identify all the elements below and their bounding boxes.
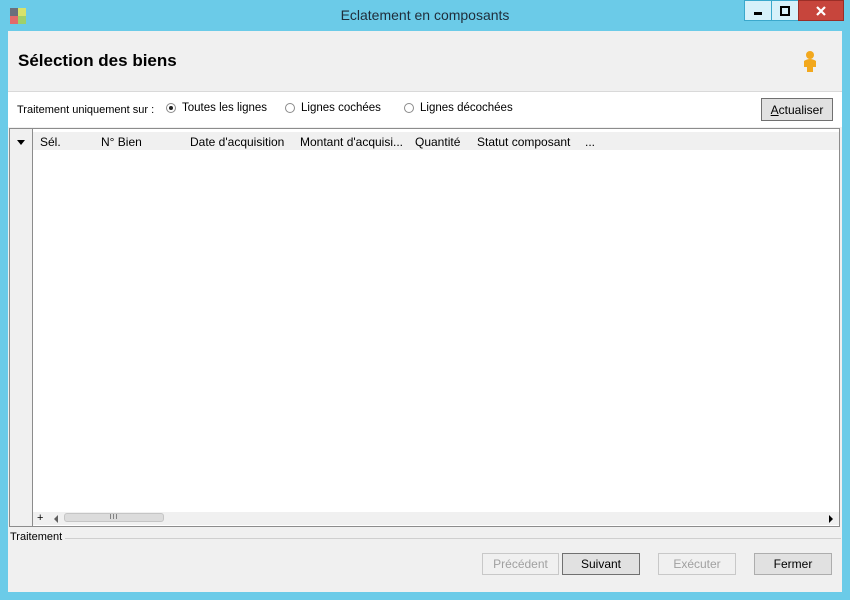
column-header-component-status[interactable]: Statut composant — [477, 135, 570, 149]
horizontal-scrollbar[interactable]: + III — [33, 512, 839, 525]
title-bar[interactable]: Eclatement en composants — [0, 0, 850, 31]
radio-all-lines[interactable]: Toutes les lignes — [166, 102, 267, 114]
maximize-icon — [780, 5, 790, 16]
close-button[interactable] — [798, 0, 844, 21]
close-dialog-button[interactable]: Fermer — [754, 553, 832, 575]
refresh-mnemonic: A — [770, 102, 779, 117]
user-icon — [804, 51, 816, 72]
close-icon — [816, 5, 826, 16]
column-header-quantity[interactable]: Quantité — [415, 135, 460, 149]
radio-unchecked-lines-label: Lignes décochées — [420, 102, 513, 114]
radio-indicator[interactable] — [404, 103, 414, 113]
column-header-row: Sél. N° Bien Date d'acquisition Montant … — [33, 132, 839, 150]
dialog-body: Sélection des biens Traitement uniquemen… — [8, 31, 842, 592]
column-header-asset-number[interactable]: N° Bien — [101, 135, 142, 149]
divider — [65, 538, 841, 539]
previous-button[interactable]: Précédent — [482, 553, 559, 575]
page-header: Sélection des biens — [8, 31, 842, 92]
column-header-acquisition-date[interactable]: Date d'acquisition — [190, 135, 284, 149]
column-header-sel[interactable]: Sél. — [40, 135, 61, 149]
scroll-thumb[interactable]: III — [64, 513, 164, 522]
radio-unchecked-lines[interactable]: Lignes décochées — [404, 102, 513, 114]
next-button[interactable]: Suivant — [562, 553, 640, 575]
refresh-button[interactable]: Actualiser — [761, 98, 833, 121]
column-header-acquisition-amount[interactable]: Montant d'acquisi... — [300, 135, 403, 149]
page-title: Sélection des biens — [18, 51, 177, 70]
processing-group-label: Traitement — [10, 531, 63, 543]
scroll-right-icon[interactable] — [829, 515, 833, 523]
chevron-down-icon[interactable] — [17, 140, 25, 145]
radio-checked-lines[interactable]: Lignes cochées — [285, 102, 381, 114]
window-title: Eclatement en composants — [340, 7, 510, 23]
assets-grid[interactable]: Sél. N° Bien Date d'acquisition Montant … — [9, 128, 840, 527]
radio-all-lines-label: Toutes les lignes — [182, 102, 268, 114]
maximize-button[interactable] — [771, 0, 799, 21]
column-header-more[interactable]: ... — [585, 135, 595, 149]
application-window: Eclatement en composants Sélection des b… — [0, 0, 850, 600]
row-header — [10, 129, 33, 526]
filter-bar: Traitement uniquement sur : Toutes les l… — [8, 92, 842, 127]
filter-label: Traitement uniquement sur : — [17, 104, 155, 116]
minimize-button[interactable] — [744, 0, 772, 21]
minimize-icon — [754, 11, 762, 15]
radio-indicator[interactable] — [166, 103, 176, 113]
add-row-icon[interactable]: + — [37, 512, 43, 524]
scroll-left-icon[interactable] — [54, 515, 58, 523]
radio-indicator[interactable] — [285, 103, 295, 113]
execute-button[interactable]: Exécuter — [658, 553, 736, 575]
refresh-label: ctualiser — [778, 102, 824, 117]
radio-checked-lines-label: Lignes cochées — [301, 102, 381, 114]
